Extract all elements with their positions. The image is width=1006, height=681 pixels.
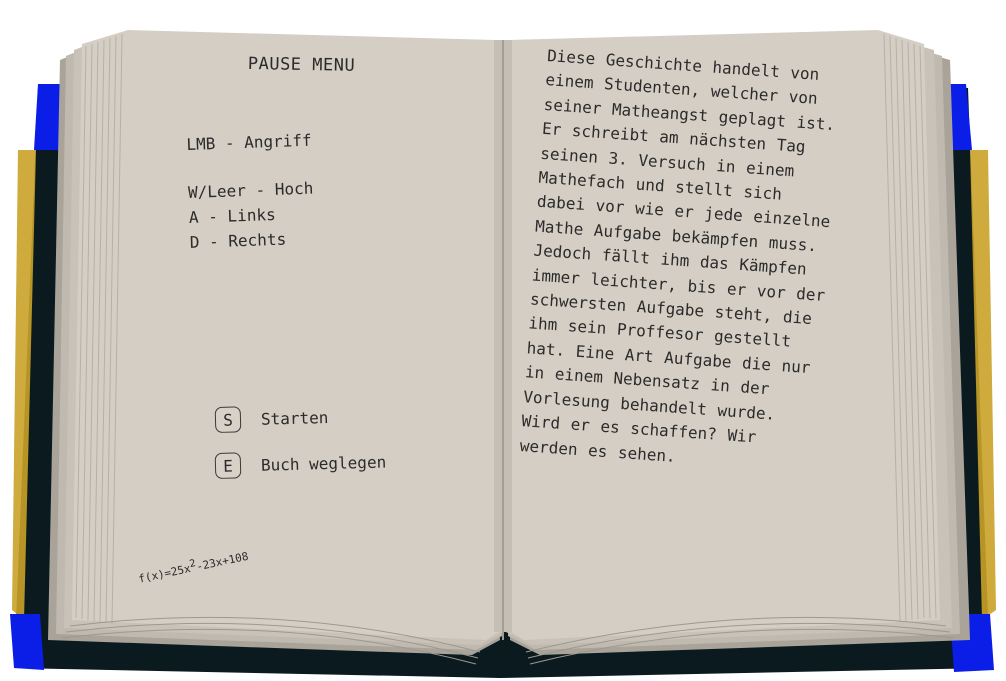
controls-list: LMB - Angriff W/Leer - Hoch A - Links D … — [186, 128, 315, 255]
put-book-away-button[interactable]: E Buch weglegen — [214, 449, 387, 479]
control-right: D - Rechts — [189, 229, 287, 252]
corner-bottom-left — [10, 614, 44, 670]
s-key-icon: S — [214, 406, 242, 433]
start-label: Starten — [260, 407, 329, 429]
start-button[interactable]: S Starten — [214, 404, 329, 433]
put-book-away-label: Buch weglegen — [260, 452, 387, 475]
control-jump: W/Leer - Hoch — [187, 178, 314, 202]
story-text: Diese Geschichte handelt von einem Stude… — [519, 45, 836, 466]
book-scene: PAUSE MENU LMB - Angriff W/Leer - Hoch A… — [0, 0, 1006, 681]
control-attack: LMB - Angriff — [186, 130, 312, 154]
left-page — [72, 30, 505, 640]
pause-menu-title: PAUSE MENU — [247, 54, 356, 76]
e-key-icon: E — [214, 452, 242, 479]
